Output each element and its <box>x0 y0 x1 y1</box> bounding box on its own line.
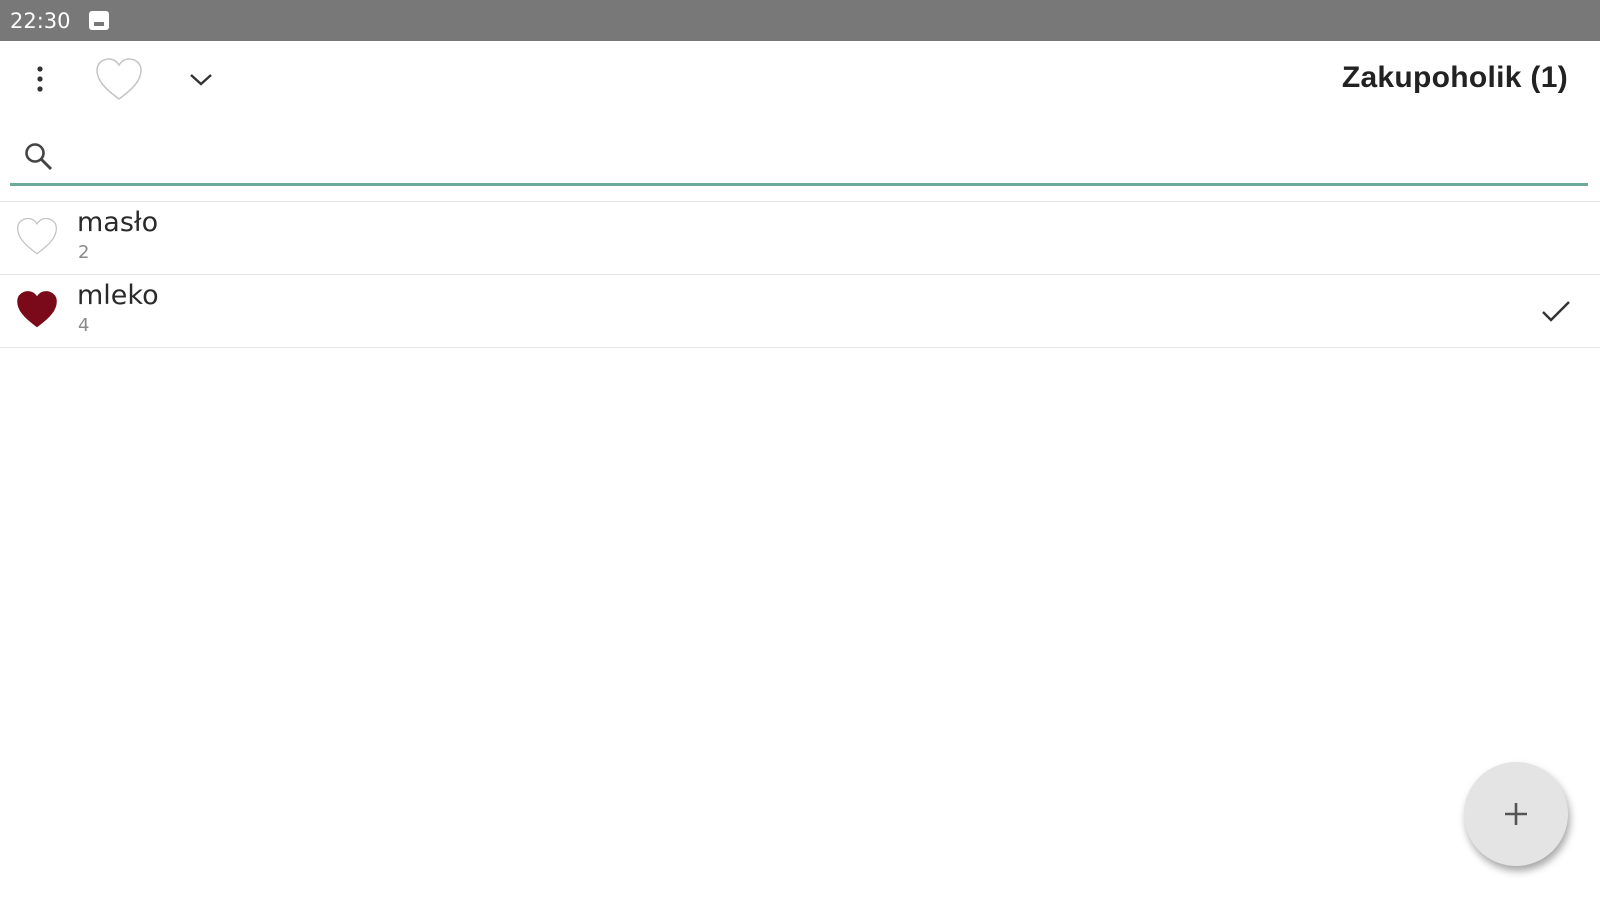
more-vert-icon[interactable] <box>24 61 56 101</box>
check-icon[interactable] <box>1539 297 1573 327</box>
app-title: Zakupoholik (1) <box>1341 61 1568 94</box>
list-item[interactable]: masło 2 <box>0 202 1600 274</box>
item-name: masło <box>77 207 159 238</box>
item-quantity: 2 <box>78 242 90 263</box>
toolbar: Zakupoholik (1) <box>0 41 1600 121</box>
heart-outline-icon[interactable] <box>15 215 59 259</box>
list-item[interactable]: mleko 4 <box>0 275 1600 347</box>
search-bar <box>10 130 1588 186</box>
search-underline <box>10 183 1588 186</box>
plus-icon <box>1500 798 1532 830</box>
favorite-filter-heart-icon[interactable] <box>94 55 144 105</box>
image-notification-icon <box>89 11 109 30</box>
search-input[interactable] <box>70 136 1574 178</box>
item-quantity: 4 <box>78 315 90 336</box>
item-name: mleko <box>77 280 159 311</box>
heart-filled-icon[interactable] <box>15 288 59 332</box>
add-item-button[interactable] <box>1464 762 1568 866</box>
status-time: 22:30 <box>10 9 71 33</box>
shopping-list: masło 2 mleko 4 <box>0 201 1600 348</box>
search-icon <box>22 140 56 174</box>
list-divider <box>0 347 1600 348</box>
chevron-down-icon[interactable] <box>184 65 218 93</box>
status-bar: 22:30 <box>0 0 1600 41</box>
